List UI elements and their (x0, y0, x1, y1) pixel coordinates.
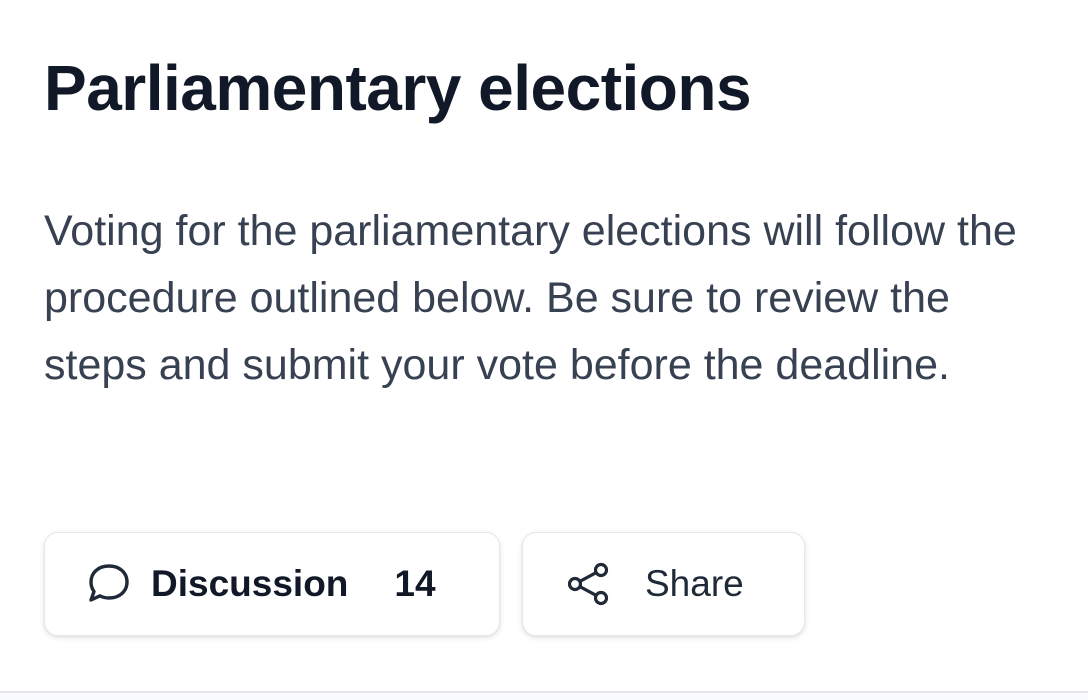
post-description: Voting for the parliamentary elections w… (44, 207, 1017, 389)
post-actions: Discussion 14 Share (44, 532, 805, 636)
post-card: Parliamentary elections Voting for the p… (0, 0, 1088, 693)
discussion-label: Discussion (151, 563, 349, 604)
page-title: Parliamentary elections (44, 52, 752, 124)
discussion-count: 14 (394, 563, 436, 604)
share-label: Share (645, 563, 744, 604)
discussion-button[interactable]: Discussion 14 (44, 532, 500, 636)
speech-bubble-icon (83, 558, 135, 610)
share-button[interactable]: Share (522, 532, 805, 636)
share-icon (563, 558, 615, 610)
